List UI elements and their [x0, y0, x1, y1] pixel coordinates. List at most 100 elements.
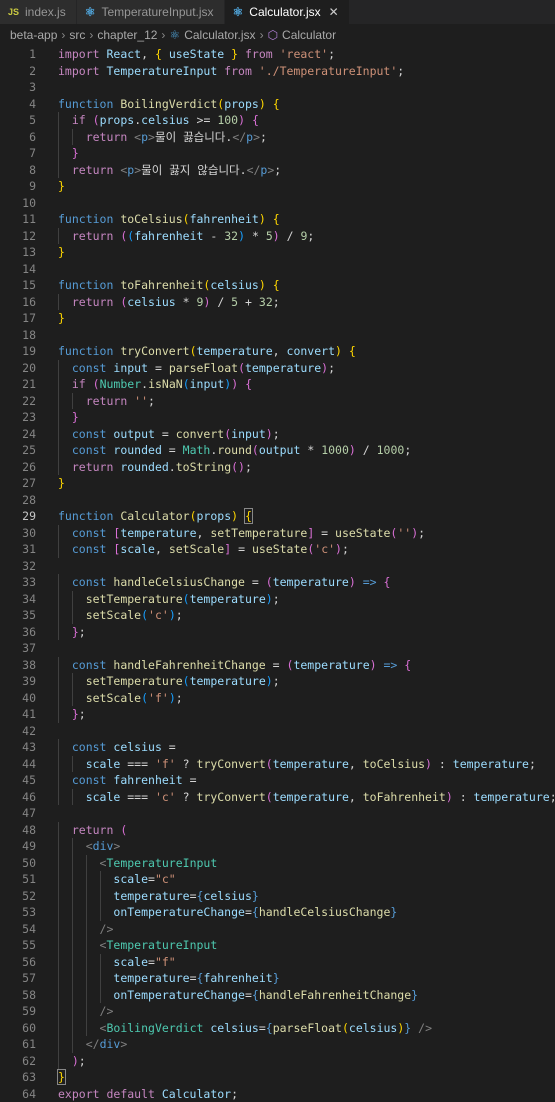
code-line[interactable]: 55 <TemperatureInput [0, 937, 555, 954]
line-number: 63 [22, 1070, 36, 1084]
code-line[interactable]: 30 const [temperature, setTemperature] =… [0, 524, 555, 541]
breadcrumb-item[interactable]: beta-app [10, 28, 57, 42]
code-line[interactable]: 51 scale="c" [0, 871, 555, 888]
tab-calculator[interactable]: ⚛ Calculator.jsx ✕ [224, 0, 350, 24]
code-line[interactable]: 4 function BoilingVerdict(props) { [0, 96, 555, 113]
code-line[interactable]: 33 const handleCelsiusChange = (temperat… [0, 574, 555, 591]
close-icon[interactable]: ✕ [329, 5, 339, 19]
code-line[interactable]: 9} [0, 178, 555, 195]
code-line[interactable]: 19 function tryConvert(temperature, conve… [0, 343, 555, 360]
code-line[interactable]: 46 scale === 'c' ? tryConvert(temperatur… [0, 788, 555, 805]
code-line[interactable]: 61 </div> [0, 1036, 555, 1053]
code-token: = [258, 1020, 266, 1035]
breadcrumb-item[interactable]: src [69, 28, 85, 42]
code-line[interactable]: 58 onTemperatureChange={handleFahrenheit… [0, 986, 555, 1003]
code-line[interactable]: 18 [0, 327, 555, 344]
code-token: const [71, 426, 114, 441]
code-line[interactable]: 29 function Calculator(props) { [0, 508, 555, 525]
code-token: props [224, 96, 259, 111]
code-token: = [189, 888, 197, 903]
code-line[interactable]: 21 if (Number.isNaN(input)) { [0, 376, 555, 393]
code-token: toCelsius [120, 212, 183, 226]
code-token: handleCelsiusChange [258, 905, 391, 919]
code-line[interactable]: 24 const output = convert(input); [0, 425, 555, 442]
code-line[interactable]: 8 return <p>물이 끓지 않습니다.</p>; [0, 161, 555, 178]
code-line[interactable]: 6 return <p>물이 끓습니다.</p>; [0, 128, 555, 145]
code-line[interactable]: 62 ); [0, 1052, 555, 1069]
code-line[interactable]: 48 return ( [0, 821, 555, 838]
code-line[interactable]: 45 const fahrenheit = [0, 772, 555, 789]
code-line[interactable]: 15 function toFahrenheit(celsius) { [0, 277, 555, 294]
code-token: ; [397, 63, 405, 78]
code-line[interactable]: 37 [0, 640, 555, 657]
code-line[interactable]: 5 if (props.celsius >= 100) { [0, 112, 555, 129]
code-line[interactable]: 26 return rounded.toString(); [0, 458, 555, 475]
code-line[interactable]: 1 import React, { useState } from 'react'… [0, 46, 555, 63]
code-token: ; [272, 591, 280, 606]
code-line[interactable]: 44 scale === 'f' ? tryConvert(temperatur… [0, 755, 555, 772]
code-line[interactable]: 11 function toCelsius(fahrenheit) { [0, 211, 555, 228]
code-line[interactable]: 52 temperature={celsius} [0, 887, 555, 904]
code-line[interactable]: 42 [0, 723, 555, 740]
code-line[interactable]: 39 setTemperature(temperature); [0, 673, 555, 690]
code-line[interactable]: 38 const handleFahrenheitChange = (tempe… [0, 656, 555, 673]
code-line[interactable]: 25 const rounded = Math.round(output * 1… [0, 442, 555, 459]
code-token: ; [272, 294, 280, 309]
code-line[interactable]: 47 [0, 805, 555, 822]
code-line[interactable]: 50 <TemperatureInput [0, 854, 555, 871]
code-token: } [71, 410, 79, 424]
tab-temperature-input[interactable]: ⚛ TemperatureInput.jsx [76, 0, 225, 24]
code-line[interactable]: 59 /> [0, 1003, 555, 1020]
code-line[interactable]: 23 } [0, 409, 555, 426]
code-line[interactable]: 31 const [scale, setScale] = useState('c… [0, 541, 555, 558]
code-token: ) [348, 443, 356, 457]
line-number: 40 [22, 690, 36, 705]
code-line[interactable]: 63} [0, 1069, 555, 1086]
code-line[interactable]: 7 } [0, 145, 555, 162]
code-line[interactable]: 36 }; [0, 623, 555, 640]
code-line[interactable]: 28 [0, 492, 555, 509]
code-token: temperature [272, 789, 349, 804]
code-line[interactable]: 13} [0, 244, 555, 261]
tab-index-js[interactable]: JS index.js [0, 0, 77, 24]
code-line[interactable]: 12 return ((fahrenheit - 32) * 5) / 9; [0, 227, 555, 244]
code-line[interactable]: 56 scale="f" [0, 953, 555, 971]
code-token: ( [341, 1020, 349, 1035]
code-line[interactable]: 14 [0, 261, 555, 278]
code-line[interactable]: 49 <div> [0, 838, 555, 855]
code-line[interactable]: 10 [0, 195, 555, 212]
code-line[interactable]: 16 return (celsius * 9) / 5 + 32; [0, 293, 555, 310]
code-line[interactable]: 57 temperature={fahrenheit} [0, 970, 555, 987]
line-number: 23 [22, 410, 36, 424]
code-line[interactable]: 43 const celsius = [0, 739, 555, 756]
code-line[interactable]: 34 setTemperature(temperature); [0, 590, 555, 607]
code-line[interactable]: 17} [0, 310, 555, 327]
code-line[interactable]: 22 return ''; [0, 392, 555, 409]
code-line[interactable]: 41 }; [0, 706, 555, 723]
code-editor[interactable]: 1 import React, { useState } from 'react'… [0, 46, 555, 1102]
code-line[interactable]: 60 <BoilingVerdict celsius={parseFloat(c… [0, 1019, 555, 1036]
code-token: } [58, 311, 65, 325]
code-line[interactable]: 3 [0, 79, 555, 96]
code-token: ) [445, 789, 453, 804]
line-number: 19 [22, 344, 36, 358]
line-number: 55 [22, 938, 36, 952]
breadcrumb-item[interactable]: Calculator [282, 28, 336, 42]
code-line[interactable]: 53 onTemperatureChange={handleCelsiusCha… [0, 904, 555, 921]
code-line[interactable]: 20 const input = parseFloat(temperature)… [0, 359, 555, 376]
code-token: ; [272, 426, 280, 441]
code-line[interactable]: 32 [0, 558, 555, 575]
code-text: scale="f" [58, 954, 175, 971]
code-line[interactable]: 54 /> [0, 920, 555, 937]
breadcrumb-item[interactable]: Calculator.jsx [184, 28, 255, 42]
code-token: handleCelsiusChange [113, 575, 245, 589]
code-line[interactable]: 2 import TemperatureInput from './Tempera… [0, 63, 555, 80]
breadcrumb-item[interactable]: chapter_12 [97, 28, 157, 42]
code-line[interactable]: 64 export default Calculator; [0, 1086, 555, 1102]
code-line[interactable]: 27} [0, 475, 555, 492]
code-line[interactable]: 35 setScale('c'); [0, 607, 555, 624]
tab-label: TemperatureInput.jsx [101, 5, 214, 19]
code-line[interactable]: 40 setScale('f'); [0, 689, 555, 706]
